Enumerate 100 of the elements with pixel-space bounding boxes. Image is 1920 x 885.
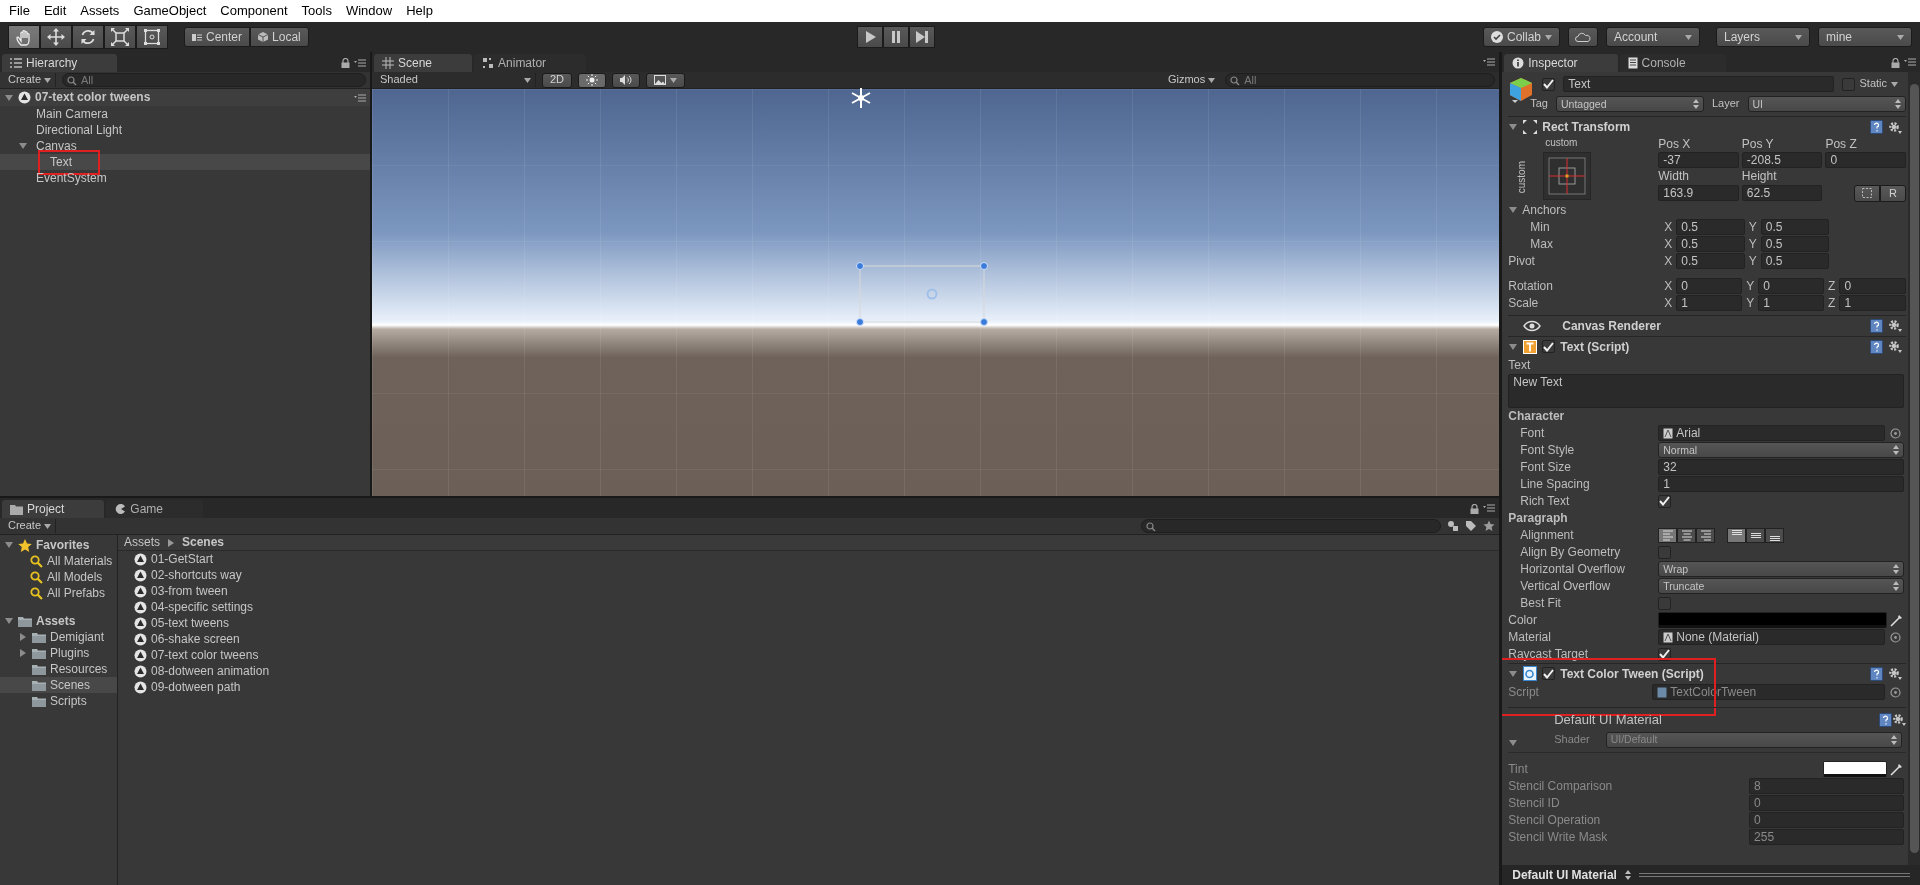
number-field[interactable]: 0	[1749, 795, 1904, 812]
playback-button[interactable]	[908, 26, 935, 48]
checkbox[interactable]	[1658, 596, 1672, 610]
checkbox[interactable]	[1542, 667, 1556, 681]
name-field[interactable]: Text	[1563, 76, 1835, 92]
panel-tab[interactable]: Scene	[374, 54, 473, 72]
number-field[interactable]: 0	[1825, 152, 1906, 169]
menu-item[interactable]: Assets	[73, 3, 127, 19]
tag-dropdown[interactable]: Untagged	[1555, 96, 1704, 112]
gear-icon[interactable]	[1888, 667, 1902, 681]
number-field[interactable]: 0.5	[1676, 236, 1745, 253]
number-field[interactable]: 163.9	[1658, 184, 1739, 201]
menu-icon[interactable]	[354, 59, 366, 67]
lock-icon[interactable]	[341, 58, 350, 68]
foldout-arrow-icon[interactable]	[18, 648, 28, 658]
tree-item[interactable]: All Prefabs	[47, 585, 106, 601]
asset-item[interactable]: 04-specific settings	[151, 599, 254, 615]
tree-item[interactable]: Scripts	[50, 693, 87, 709]
object-picker-icon[interactable]	[1890, 427, 1901, 439]
panel-tab[interactable]: Animator	[474, 54, 587, 72]
menu-item[interactable]: Edit	[36, 3, 74, 19]
gear-icon[interactable]	[1888, 340, 1902, 354]
menu-item[interactable]: Help	[399, 3, 440, 19]
number-field[interactable]: 0.5	[1760, 236, 1830, 253]
tree-item[interactable]: Canvas	[36, 138, 77, 153]
alignment-button[interactable]	[1727, 527, 1747, 543]
alignment-button[interactable]	[1765, 527, 1785, 543]
tool-button[interactable]	[136, 25, 168, 49]
create-dropdown[interactable]: Create	[4, 519, 57, 533]
dropdown-field[interactable]: Normal	[1658, 442, 1904, 459]
help-book-icon[interactable]	[1870, 666, 1883, 681]
layer-dropdown[interactable]: UI	[1747, 96, 1906, 112]
alignment-button[interactable]	[1677, 527, 1697, 543]
material-title[interactable]: Default UI Material	[1554, 712, 1662, 728]
asset-item[interactable]: 05-text tweens	[151, 615, 230, 631]
layout-dropdown[interactable]: mine	[1818, 27, 1912, 47]
help-book-icon[interactable]	[1870, 318, 1883, 333]
foldout-arrow-icon[interactable]	[1508, 122, 1519, 132]
menu-item[interactable]: Component	[213, 3, 295, 19]
foldout-arrow-icon[interactable]	[4, 540, 14, 550]
number-field[interactable]: 0	[1839, 278, 1906, 295]
tag-icon[interactable]	[1465, 520, 1478, 532]
number-field[interactable]: 1	[1758, 295, 1825, 312]
component-title[interactable]: Rect Transform	[1542, 119, 1631, 135]
menu-icon[interactable]	[1904, 58, 1916, 66]
tree-item[interactable]: Resources	[50, 661, 108, 677]
create-dropdown[interactable]: Create	[4, 73, 57, 87]
asset-item[interactable]: 02-shortcuts way	[151, 567, 242, 583]
checkbox[interactable]	[1658, 545, 1672, 559]
help-book-icon[interactable]	[1870, 339, 1883, 354]
scrollbar[interactable]	[1908, 72, 1920, 865]
foldout-arrow-icon[interactable]	[1508, 737, 1519, 748]
tree-item[interactable]: Demigiant	[50, 629, 105, 645]
eyedropper-icon[interactable]	[1890, 613, 1903, 627]
number-field[interactable]: 1	[1676, 295, 1743, 312]
number-field[interactable]: 1	[1839, 295, 1906, 312]
menu-item[interactable]: GameObject	[126, 3, 214, 19]
breadcrumb-item[interactable]: Scenes	[182, 535, 225, 550]
raw-edit-button[interactable]: R	[1880, 184, 1906, 202]
tool-button[interactable]	[8, 25, 40, 49]
asset-item[interactable]: 06-shake screen	[151, 631, 240, 647]
color-swatch[interactable]	[1823, 761, 1887, 778]
help-book-icon[interactable]	[1870, 120, 1883, 134]
anchor-preset-icon[interactable]	[1543, 152, 1592, 201]
number-field[interactable]: 0	[1749, 812, 1904, 829]
account-dropdown[interactable]: Account	[1606, 27, 1700, 47]
dropdown-field[interactable]: Truncate	[1658, 578, 1904, 595]
number-field[interactable]: -37	[1658, 152, 1739, 169]
panel-tab[interactable]: Project	[2, 500, 105, 518]
tree-item[interactable]: All Models	[47, 569, 103, 585]
foldout-arrow-icon[interactable]	[4, 616, 14, 626]
object-picker-icon[interactable]	[1890, 686, 1901, 698]
gizmos-dropdown[interactable]: Gizmos	[1163, 73, 1220, 87]
tree-item[interactable]: Assets	[36, 613, 76, 629]
lock-icon[interactable]	[1470, 504, 1480, 514]
component-title[interactable]: Text Color Tween (Script)	[1560, 666, 1704, 681]
menu-item[interactable]: Tools	[294, 3, 339, 19]
mode-2d-toggle[interactable]: 2D	[542, 72, 573, 88]
component-title[interactable]: Canvas Renderer	[1562, 318, 1661, 333]
search-field[interactable]: All	[1225, 73, 1496, 87]
foldout-arrow-icon[interactable]	[18, 632, 28, 642]
panel-tab[interactable]: Game	[106, 500, 204, 518]
component-title[interactable]: Text (Script)	[1560, 339, 1630, 354]
gear-icon[interactable]	[1888, 120, 1902, 134]
alignment-button[interactable]	[1746, 527, 1766, 543]
tree-item[interactable]: EventSystem	[36, 170, 107, 185]
pivot-mode-button[interactable]: Center	[184, 27, 251, 47]
asset-item[interactable]: 03-from tween	[151, 583, 228, 599]
pivot-space-button[interactable]: Local	[250, 27, 309, 47]
blueprint-button[interactable]	[1854, 184, 1880, 202]
panel-tab[interactable]: Hierarchy	[2, 54, 118, 72]
search-field[interactable]	[1141, 519, 1442, 533]
eyedropper-icon[interactable]	[1890, 762, 1903, 776]
foldout-arrow-icon[interactable]	[1508, 341, 1519, 352]
filter-type-icon[interactable]	[1447, 520, 1460, 532]
color-swatch[interactable]	[1658, 612, 1887, 629]
gear-icon[interactable]	[1888, 319, 1902, 333]
checkbox[interactable]	[1842, 77, 1856, 91]
tool-button[interactable]	[40, 25, 72, 49]
tree-item[interactable]: Favorites	[36, 537, 90, 553]
